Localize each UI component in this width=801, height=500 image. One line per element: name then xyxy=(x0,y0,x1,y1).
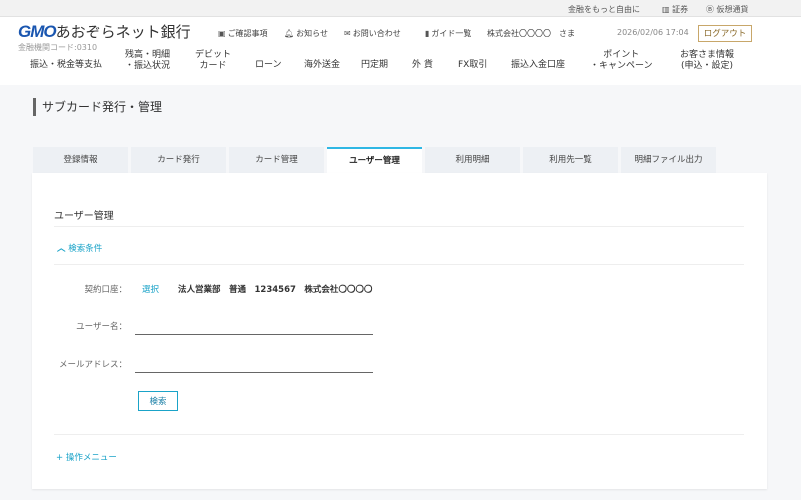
divider xyxy=(54,434,744,435)
book-icon: ▮ xyxy=(425,29,430,38)
tab-3[interactable]: ユーザー管理 xyxy=(327,147,422,173)
mail-icon: ✉ xyxy=(344,29,351,38)
tab-5[interactable]: 利用先一覧 xyxy=(523,147,618,173)
tab-2[interactable]: カード管理 xyxy=(229,147,324,173)
securities-link[interactable]: ▥ 証券 xyxy=(662,4,688,15)
logo-text: あおぞらネット銀行 xyxy=(55,23,191,41)
bell-icon: 🔔︎ xyxy=(284,29,295,38)
operation-menu-toggle[interactable]: + 操作メニュー xyxy=(56,451,117,463)
tab-6[interactable]: 明細ファイル出力 xyxy=(621,147,716,173)
nav-item-3[interactable]: ローン xyxy=(255,60,282,71)
section-title: ユーザー管理 xyxy=(54,211,114,222)
divider xyxy=(54,264,744,265)
clipboard-icon: ▣ xyxy=(218,29,226,38)
tab-1[interactable]: カード発行 xyxy=(131,147,226,173)
chart-icon: ▥ xyxy=(662,5,670,14)
nav-item-1[interactable]: 残高・明細 ・振込状況 xyxy=(125,50,170,72)
nav-item-4[interactable]: 海外送金 xyxy=(304,60,340,71)
notice-label: お知らせ xyxy=(296,29,328,38)
logo-brand: GMO xyxy=(18,22,57,41)
account-value: 法人営業部 普通 1234567 株式会社〇〇〇〇 xyxy=(178,285,373,295)
username-label: ユーザー名： xyxy=(76,322,127,332)
chevron-up-icon: ︿ xyxy=(57,244,66,254)
contact-label: お問い合わせ xyxy=(352,29,401,38)
nav-item-7[interactable]: FX取引 xyxy=(458,60,487,71)
nav-item-9[interactable]: ポイント ・キャンペーン xyxy=(590,50,653,72)
logo[interactable]: GMOあおぞらネット銀行 xyxy=(18,21,191,42)
crypto-link[interactable]: Ⓑ 仮想通貨 xyxy=(706,4,749,15)
nav-item-10[interactable]: お客さま情報 (申込・設定) xyxy=(680,50,734,72)
nav-item-8[interactable]: 振込入金口座 xyxy=(511,60,565,71)
logout-button[interactable]: ログアウト xyxy=(698,25,752,42)
tagline: 金融をもっと自由に xyxy=(568,5,640,14)
confirm-label: ご確認事項 xyxy=(227,29,268,38)
top-utility-bar: 金融をもっと自由に ▥ 証券 Ⓑ 仮想通貨 xyxy=(0,0,801,17)
contact-link[interactable]: ✉ お問い合わせ xyxy=(344,28,401,39)
page-title: サブカード発行・管理 xyxy=(33,98,162,116)
search-button[interactable]: 検索 xyxy=(138,391,178,411)
email-input[interactable] xyxy=(135,359,373,373)
toggle-label: 検索条件 xyxy=(68,244,103,254)
username-input[interactable] xyxy=(135,321,373,335)
select-account-link[interactable]: 選択 xyxy=(142,283,159,295)
tab-0[interactable]: 登録情報 xyxy=(33,147,128,173)
plus-icon: + xyxy=(56,453,64,463)
guide-label: ガイド一覧 xyxy=(431,29,472,38)
confirm-link[interactable]: ▣ ご確認事項 xyxy=(218,28,268,39)
op-menu-label: 操作メニュー xyxy=(65,453,117,463)
guide-link[interactable]: ▮ ガイド一覧 xyxy=(425,28,471,39)
nav-item-6[interactable]: 外 貨 xyxy=(412,60,433,71)
header: GMOあおぞらネット銀行 金融機関コード:0310 ▣ ご確認事項 🔔︎ お知らせ … xyxy=(0,17,801,85)
email-label: メールアドレス： xyxy=(58,360,127,370)
user-name: 株式会社〇〇〇〇 さま xyxy=(487,29,575,38)
nav-item-0[interactable]: 振込・税金等支払 xyxy=(30,60,102,71)
account-label: 契約口座： xyxy=(84,285,127,295)
user-management-panel: ユーザー管理 ︿ 検索条件 契約口座： 選択 法人営業部 普通 1234567 … xyxy=(32,173,767,489)
datetime: 2026/02/06 17:04 xyxy=(617,28,689,37)
nav-item-5[interactable]: 円定期 xyxy=(361,60,388,71)
divider xyxy=(54,226,744,227)
search-conditions-toggle[interactable]: ︿ 検索条件 xyxy=(57,242,102,254)
notice-link[interactable]: 🔔︎ お知らせ xyxy=(284,28,328,39)
bank-code: 金融機関コード:0310 xyxy=(18,43,98,52)
crypto-icon: Ⓑ xyxy=(706,5,714,14)
tab-4[interactable]: 利用明細 xyxy=(425,147,520,173)
nav-item-2[interactable]: デビット カード xyxy=(195,50,231,72)
